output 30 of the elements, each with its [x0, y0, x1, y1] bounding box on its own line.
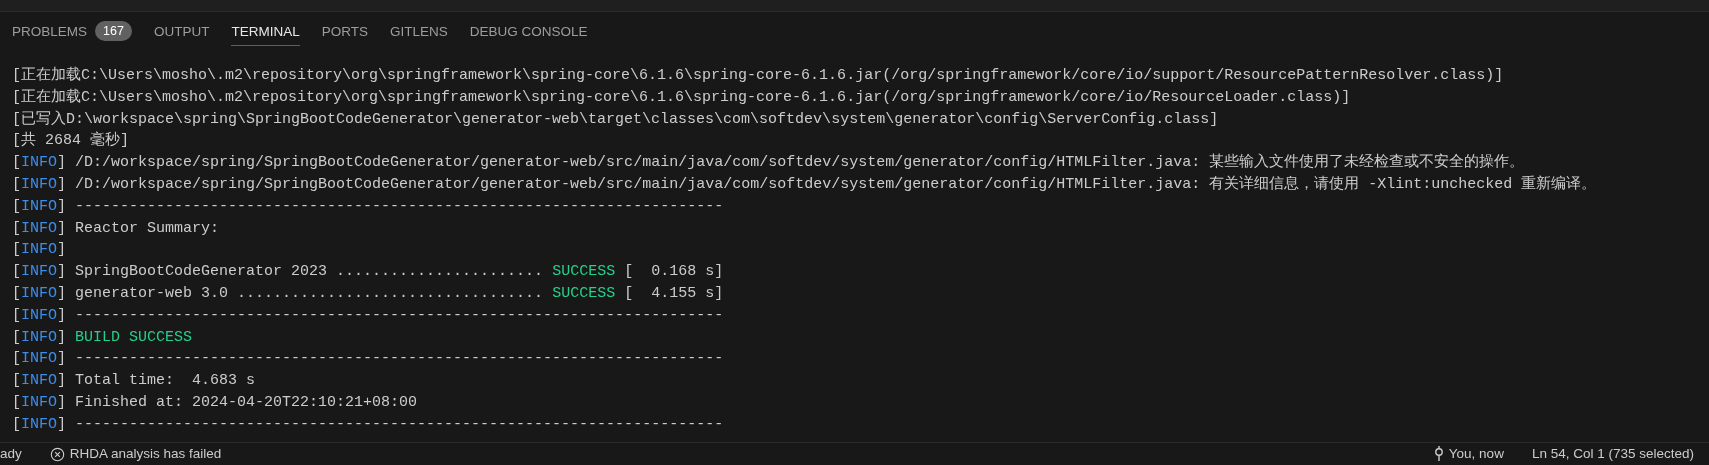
terminal-line: [INFO] /D:/workspace/spring/SpringBootCodeGenerator/generator-web/src/main/java/com/softdev/system/generator/config/HTMLFilter.java: 某些输入文件使用了未经检查或不安全的操作。 [12, 154, 1525, 172]
commit-icon [1433, 446, 1444, 462]
terminal-line: [INFO] SpringBootCodeGenerator 2023 ....................... SUCCESS [ 0.168 s] [12, 263, 724, 281]
terminal-line: [INFO] ------------------------------------------------------------------------ [12, 197, 724, 215]
terminal-line: [INFO] generator-web 3.0 .................................. SUCCESS [ 4.155 s] [12, 284, 724, 302]
panel-tab[interactable]: PORTS [321, 20, 368, 46]
terminal-line: [INFO] ------------------------------------------------------------------------ [12, 350, 724, 368]
terminal-line: [INFO] BUILD SUCCESS [12, 328, 193, 346]
terminal-line: [共 2684 毫秒] [12, 132, 129, 150]
terminal-line: [已写入D:\workspace\spring\SpringBootCodeGenerator\generator-web\target\classes\com\softdev\system\generator\config\ServerConfig.class] [12, 110, 1219, 128]
status-item[interactable]: Ln 54, Col 1 (735 selected) [1526, 443, 1699, 465]
terminal-line: [正在加载C:\Users\mosho\.m2\repository\org\springframework\spring-core\6.1.6\spring-core-6.1.6.jar(/org/springframework/core/io/support/ResourcePatternResolver.class)] [12, 67, 1504, 84]
terminal-line: [INFO] [12, 241, 67, 259]
count-badge: 167 [95, 20, 132, 41]
status-item[interactable]: RHDA analysis has failed [44, 443, 227, 465]
panel-tab[interactable]: OUTPUT [153, 20, 210, 46]
terminal-line: [INFO] Total time: 4.683 s [12, 372, 256, 390]
terminal-line: [INFO] /D:/workspace/spring/SpringBootCodeGenerator/generator-web/src/main/java/com/softdev/system/generator/config/HTMLFilter.java: 有关详细信息，请使用 -Xlint:unchecked 重新编译。 [12, 176, 1597, 193]
status-item[interactable]: ady [0, 443, 27, 465]
terminal-line: [正在加载C:\Users\mosho\.m2\repository\org\springframework\spring-core\6.1.6\spring-core-6.1.6.jar(/org/springframework/core/io/ResourceLoader.class)] [12, 88, 1351, 106]
panel-tab[interactable]: GITLENS [389, 20, 448, 46]
terminal-line: [INFO] Reactor Summary: [12, 219, 220, 237]
terminal-line: [INFO] ------------------------------------------------------------------------ [12, 415, 724, 433]
terminal-line: [INFO] ------------------------------------------------------------------------ [12, 306, 724, 324]
status-item[interactable]: You, now [1428, 443, 1509, 465]
terminal-line: [INFO] Finished at: 2024-04-20T22:10:21+08:00 [12, 393, 418, 411]
panel-tab[interactable]: TERMINAL [231, 20, 300, 46]
error-icon [49, 446, 65, 462]
panel-tab[interactable]: DEBUG CONSOLE [469, 20, 588, 46]
panel-tab[interactable]: PROBLEMS 167 [12, 20, 132, 46]
